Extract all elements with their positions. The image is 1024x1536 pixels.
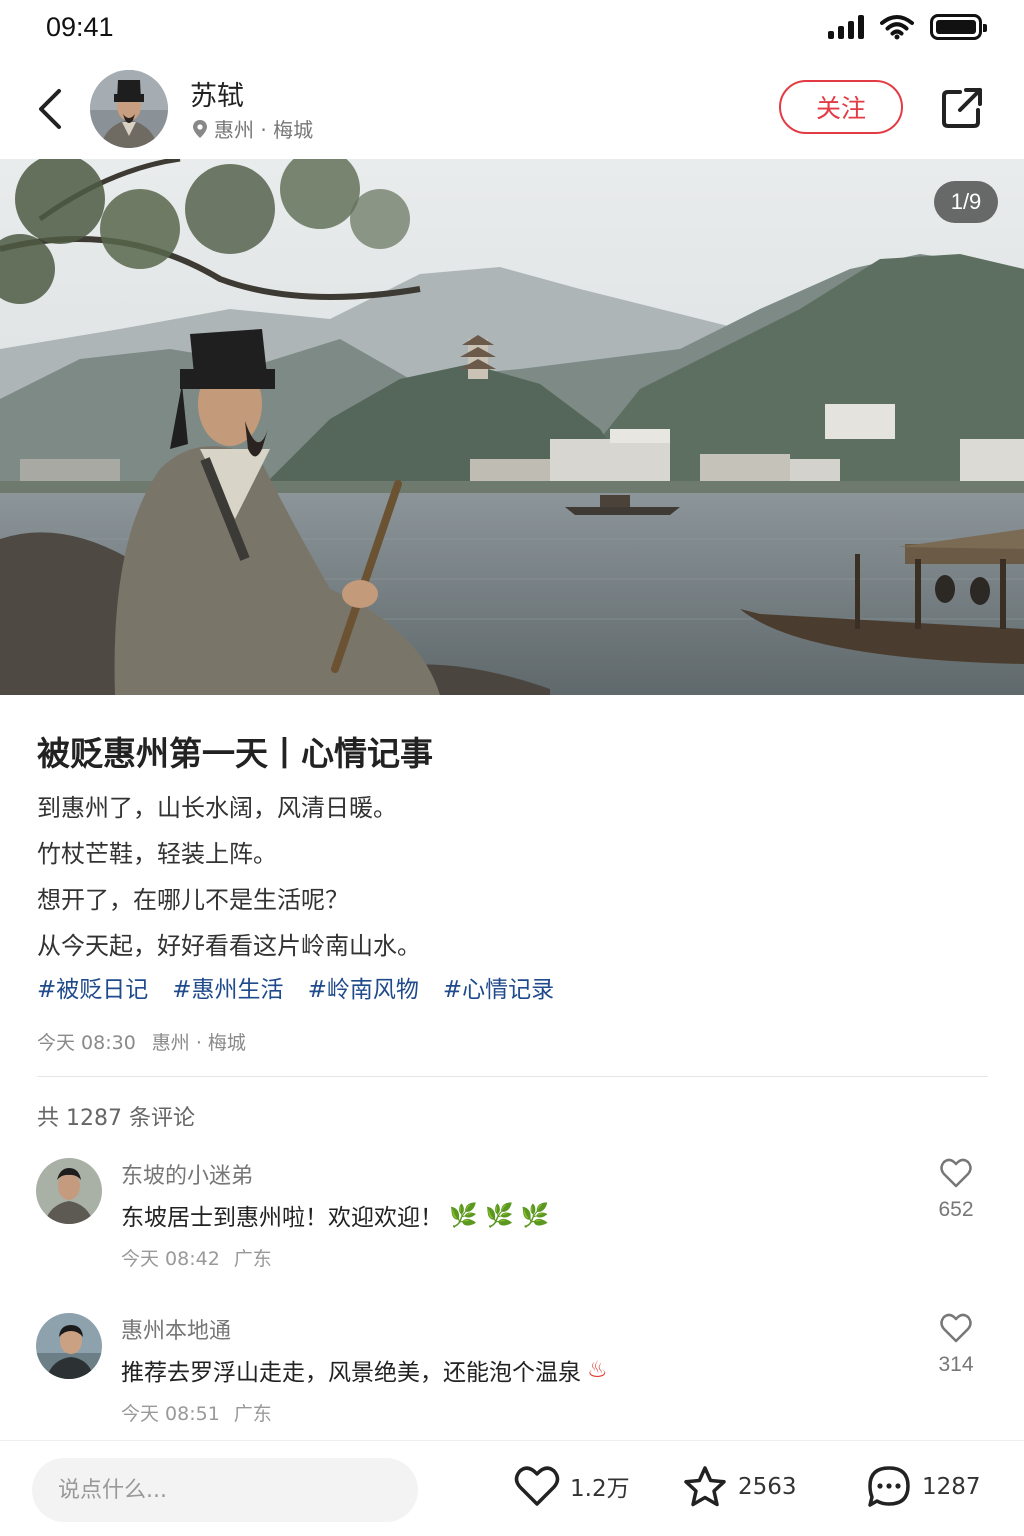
location-pin-icon (193, 119, 207, 138)
hot-spring-emoji: ♨ (587, 1357, 608, 1383)
post-line: 从今天起，好好看看这片岭南山水。 (37, 932, 421, 960)
tag-link[interactable]: #岭南风物 (308, 970, 419, 1004)
comment-meta: 今天 08:51 广东 (121, 1399, 272, 1426)
comment-button[interactable]: 1287 (866, 1465, 981, 1509)
back-icon (39, 89, 61, 129)
post-header: 苏轼 惠州 · 梅城 关注 (0, 62, 1024, 158)
battery-icon (930, 14, 987, 40)
comment-like-count: 652 (938, 1198, 974, 1221)
comment-like-count: 314 (938, 1353, 974, 1376)
back-button[interactable] (30, 84, 70, 134)
comment-time: 今天 08:42 (121, 1248, 220, 1270)
like-count: 1.2万 (570, 1476, 630, 1502)
favorite-count: 2563 (738, 1474, 797, 1500)
comment-count: 共 1287 条评论 (37, 1106, 195, 1131)
post-title: 被贬惠州第一天丨心情记事 (37, 734, 433, 773)
comment-input[interactable] (32, 1458, 418, 1522)
commenter-avatar[interactable] (36, 1313, 102, 1379)
comment-text: 东坡居士到惠州啦！欢迎欢迎！ 🌿 🌿 🌿 (121, 1198, 550, 1232)
share-button[interactable] (938, 84, 986, 132)
commenter-name[interactable]: 惠州本地通 (121, 1313, 231, 1345)
comment-meta: 今天 08:42 广东 (121, 1244, 272, 1271)
comment-icon (868, 1466, 910, 1507)
post-location: 惠州 · 梅城 (151, 1032, 246, 1054)
post-time: 今天 08:30 (37, 1032, 136, 1054)
star-icon (684, 1466, 726, 1507)
comment-total: 1287 (922, 1474, 981, 1500)
tag-list: #被贬日记 #惠州生活 #岭南风物 #心情记录 (37, 970, 554, 1004)
favorite-button[interactable]: 2563 (682, 1465, 797, 1509)
heart-icon (940, 1313, 972, 1343)
tag-link[interactable]: #被贬日记 (37, 970, 148, 1004)
post-line: 想开了，在哪儿不是生活呢？ (37, 886, 349, 914)
author-location-text: 惠州 · 梅城 (214, 118, 314, 142)
comment-like-button[interactable]: 314 (925, 1313, 987, 1377)
comment-like-button[interactable]: 652 (925, 1158, 987, 1222)
heart-icon (940, 1158, 972, 1188)
share-icon (942, 88, 982, 128)
post-content: 到惠州了，山长水阔，风清日暖。 竹杖芒鞋，轻装上阵。 想开了，在哪儿不是生活呢？… (37, 785, 421, 969)
comment-item: 东坡的小迷弟 东坡居士到惠州啦！欢迎欢迎！ 🌿 🌿 🌿 今天 08:42 广东 … (0, 1158, 1024, 1288)
wifi-icon (880, 15, 914, 40)
like-button[interactable]: 1.2万 (514, 1465, 630, 1507)
post-line: 到惠州了，山长水阔，风清日暖。 (37, 794, 397, 822)
comment-region: 广东 (233, 1403, 272, 1425)
comment-body: 东坡居士到惠州啦！欢迎欢迎！ (121, 1205, 443, 1231)
image-counter: 1/9 (934, 181, 998, 223)
tag-link[interactable]: #心情记录 (443, 970, 554, 1004)
comment-region: 广东 (233, 1248, 272, 1270)
status-bar: 09:41 (0, 0, 1024, 60)
divider (37, 1076, 988, 1077)
bottom-action-bar: 1.2万 2563 1287 (0, 1440, 1024, 1536)
leaf-emoji: 🌿 🌿 🌿 (449, 1202, 550, 1229)
tag-link[interactable]: #惠州生活 (172, 970, 283, 1004)
author-avatar[interactable] (90, 70, 168, 148)
heart-icon (514, 1466, 560, 1506)
comment-body: 推荐去罗浮山走走，风景绝美，还能泡个温泉 (121, 1360, 581, 1386)
follow-button[interactable]: 关注 (779, 80, 903, 134)
post-meta: 今天 08:30 惠州 · 梅城 (37, 1028, 246, 1055)
comment-text: 推荐去罗浮山走走，风景绝美，还能泡个温泉 ♨ (121, 1353, 608, 1387)
author-name[interactable]: 苏轼 (190, 74, 244, 113)
signal-icon (828, 15, 864, 39)
status-icons (828, 14, 987, 40)
status-time: 09:41 (46, 12, 114, 42)
landscape-photo (0, 159, 1024, 695)
post-image[interactable]: 1/9 (0, 159, 1024, 695)
comment-time: 今天 08:51 (121, 1403, 220, 1425)
post-line: 竹杖芒鞋，轻装上阵。 (37, 840, 277, 868)
comment-item: 惠州本地通 推荐去罗浮山走走，风景绝美，还能泡个温泉 ♨ 今天 08:51 广东… (0, 1313, 1024, 1443)
author-location: 惠州 · 梅城 (192, 114, 313, 143)
commenter-avatar[interactable] (36, 1158, 102, 1224)
commenter-name[interactable]: 东坡的小迷弟 (121, 1158, 253, 1190)
